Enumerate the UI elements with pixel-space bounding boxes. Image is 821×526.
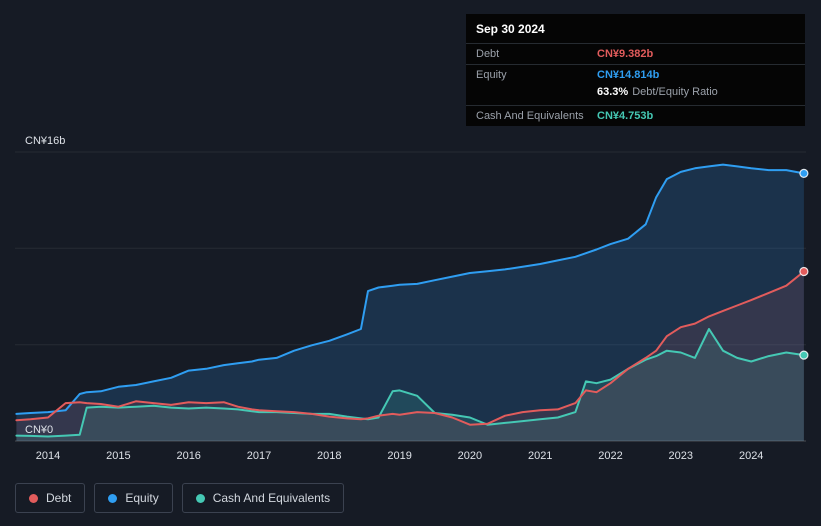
legend: Debt Equity Cash And Equivalents [15, 483, 345, 513]
x-axis-label: 2024 [739, 450, 763, 462]
legend-item-debt[interactable]: Debt [15, 483, 86, 513]
x-axis-label: 2016 [176, 450, 200, 462]
tooltip-date: Sep 30 2024 [476, 22, 545, 36]
cash-legend-dot-icon [195, 493, 205, 503]
tooltip: Sep 30 2024 Debt CN¥9.382b Equity CN¥14.… [466, 14, 805, 126]
tooltip-cash-value: CN¥4.753b [597, 110, 654, 122]
legend-item-equity[interactable]: Equity [94, 483, 173, 513]
x-axis-label: 2015 [106, 450, 130, 462]
x-axis-label: 2022 [598, 450, 622, 462]
x-axis-label: 2017 [247, 450, 271, 462]
tooltip-equity-row: Equity CN¥14.814b [466, 64, 805, 85]
x-axis-label: 2018 [317, 450, 341, 462]
legend-debt-label: Debt [46, 491, 72, 505]
tooltip-ratio-label: Debt/Equity Ratio [632, 86, 718, 98]
x-axis-label: 2019 [387, 450, 411, 462]
tooltip-debt-value: CN¥9.382b [597, 48, 654, 60]
tooltip-ratio-value: 63.3% [597, 86, 629, 98]
tooltip-debt-label: Debt [476, 48, 500, 60]
tooltip-cash-label: Cash And Equivalents [476, 110, 584, 122]
tooltip-debt-row: Debt CN¥9.382b [466, 43, 805, 64]
debt-equity-history-chart: CN¥16b CN¥0 2014 2015 2016 2017 2018 2019 2020 20… [0, 0, 821, 526]
legend-item-cash[interactable]: Cash And Equivalents [181, 483, 345, 513]
tooltip-equity-value: CN¥14.814b [597, 69, 660, 81]
legend-equity-label: Equity [125, 491, 159, 505]
equity-end-marker [799, 168, 809, 178]
debt-legend-dot-icon [29, 493, 38, 503]
legend-cash-label: Cash And Equivalents [212, 491, 331, 505]
cash-and-equivalents-end-marker [799, 350, 809, 360]
x-axis-label: 2023 [669, 450, 693, 462]
tooltip-equity-label: Equity [476, 69, 507, 81]
tooltip-cash-row: Cash And Equivalents CN¥4.753b [466, 105, 805, 126]
x-axis-label: 2021 [528, 450, 552, 462]
tooltip-debt-equity-ratio: 63.3% Debt/Equity Ratio [466, 85, 805, 105]
x-axis-label: 2014 [36, 450, 60, 462]
x-axis-label: 2020 [458, 450, 482, 462]
equity-legend-dot-icon [108, 493, 118, 503]
debt-end-marker [799, 266, 809, 277]
y-axis-label: CN¥16b [25, 135, 65, 147]
y-axis-label: CN¥0 [25, 424, 53, 436]
